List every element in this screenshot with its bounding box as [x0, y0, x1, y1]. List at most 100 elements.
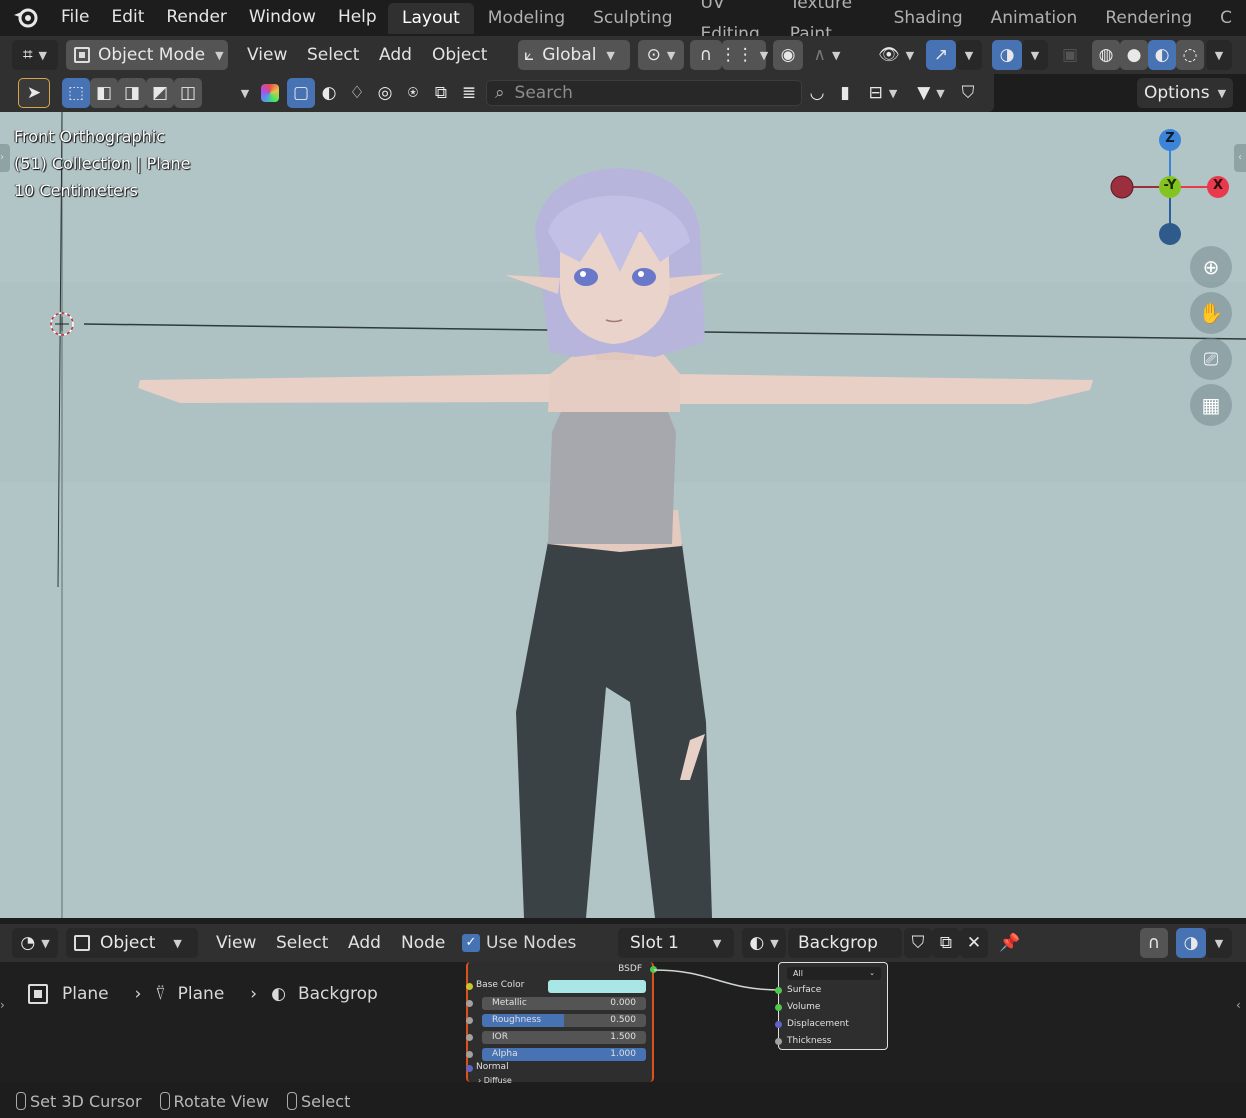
bsdf-input-socket[interactable] — [466, 1051, 473, 1058]
menu-help[interactable]: Help — [327, 0, 388, 34]
output-input-socket[interactable] — [775, 1021, 782, 1028]
unlink-material-button[interactable]: ✕ — [960, 928, 988, 958]
search-field[interactable]: ⌕ Search — [486, 80, 802, 106]
output-target-dropdown[interactable]: All ⌄ — [787, 967, 881, 980]
sidebar-expand-handle[interactable]: ‹ — [1234, 144, 1246, 172]
select-invert-button[interactable]: ◩ — [146, 78, 174, 108]
shader-type-dropdown[interactable]: Object ▼ — [66, 928, 198, 958]
menu-object[interactable]: Object — [432, 36, 487, 74]
mode-dropdown[interactable]: Object Mode ▼ — [66, 40, 228, 70]
filter-copy-button[interactable]: ⧉ — [427, 78, 455, 108]
snap-target-button[interactable]: ⋮⋮ ▼ — [720, 40, 768, 70]
shading-wireframe[interactable]: ◍ — [1092, 40, 1120, 70]
editor-type-button[interactable]: ⌗ ▼ — [12, 40, 58, 70]
base-color-socket[interactable] — [466, 983, 473, 990]
node-overlays-options[interactable]: ▼ — [1206, 928, 1232, 958]
display-mode-button[interactable]: ⊟ ▼ — [860, 78, 906, 108]
pan-button[interactable]: ✋ — [1190, 292, 1232, 334]
tab-rendering[interactable]: Rendering — [1091, 3, 1206, 34]
fake-user-button[interactable]: ⛉ — [904, 928, 932, 958]
blender-logo-icon[interactable] — [12, 5, 40, 29]
left-expand-handle[interactable]: › — [0, 998, 10, 1012]
breadcrumb-material[interactable]: Backgrop — [298, 984, 378, 1004]
zoom-button[interactable]: ⊕ — [1190, 246, 1232, 288]
right-expand-handle[interactable]: ‹ — [1236, 998, 1246, 1012]
tab-sculpting[interactable]: Sculpting — [579, 3, 686, 34]
bsdf-field-roughness[interactable]: Roughness 0.500 — [482, 1014, 646, 1027]
material-browse-button[interactable]: ◐ ▼ — [742, 928, 786, 958]
filter-paint-button[interactable]: ⍟ — [399, 78, 427, 108]
menu-file[interactable]: File — [50, 0, 100, 34]
use-nodes-checkbox[interactable]: ✓ Use Nodes — [462, 924, 576, 962]
menu-window[interactable]: Window — [238, 0, 327, 34]
node-editor-canvas[interactable]: › ‹ Plane › ⍢ Plane › ◐ Backgrop BSDF Ba… — [0, 962, 1246, 1085]
bsdf-field-metallic[interactable]: Metallic 0.000 — [482, 997, 646, 1010]
bookmark-button[interactable]: ▮ — [834, 78, 856, 108]
bsdf-input-socket[interactable] — [466, 1034, 473, 1041]
node-menu-node[interactable]: Node — [401, 924, 445, 962]
select-tool-button[interactable]: ➤ — [18, 78, 50, 108]
arc-button[interactable]: ◡ — [806, 78, 828, 108]
node-menu-view[interactable]: View — [216, 924, 256, 962]
falloff-button[interactable]: ∧ ▼ — [805, 40, 849, 70]
camera-view-button[interactable]: ⎚ — [1190, 338, 1232, 380]
tab-layout[interactable]: Layout — [388, 3, 474, 34]
shading-rendered[interactable]: ◌ — [1176, 40, 1204, 70]
tab-shading[interactable]: Shading — [880, 3, 977, 34]
overlays-options[interactable]: ▼ — [1022, 40, 1048, 70]
node-menu-add[interactable]: Add — [348, 924, 381, 962]
material-output-node[interactable]: All ⌄ Surface Volume Displacement Thickness — [775, 962, 888, 1050]
xray-toggle[interactable]: ▣ — [1056, 40, 1084, 70]
node-menu-select[interactable]: Select — [276, 924, 328, 962]
output-input-socket[interactable] — [775, 987, 782, 994]
menu-edit[interactable]: Edit — [100, 0, 155, 34]
node-snap-toggle[interactable]: ∩ — [1140, 928, 1168, 958]
menu-view[interactable]: View — [247, 36, 287, 74]
bsdf-input-socket[interactable] — [466, 1017, 473, 1024]
slot-dropdown[interactable]: Slot 1 ▼ — [618, 928, 734, 958]
menu-add[interactable]: Add — [379, 36, 412, 74]
filter-stack-button[interactable]: ≣ — [455, 78, 483, 108]
new-material-button[interactable]: ⧉ — [932, 928, 960, 958]
select-subtract-button[interactable]: ◨ — [118, 78, 146, 108]
output-input-socket[interactable] — [775, 1038, 782, 1045]
breadcrumb-mesh[interactable]: Plane — [178, 984, 225, 1004]
menu-select[interactable]: Select — [307, 36, 359, 74]
selectable-dropdown[interactable]: ▼ — [234, 78, 256, 108]
principled-bsdf-node[interactable]: BSDF Base Color Metallic 0.000 Roughness 0.… — [466, 962, 657, 1085]
scene-canvas[interactable] — [0, 112, 1246, 918]
visibility-button[interactable]: 👁 ▼ — [872, 40, 920, 70]
shield-button[interactable]: ⛉ — [954, 78, 982, 108]
select-extend-button[interactable]: ◧ — [90, 78, 118, 108]
shading-material[interactable]: ◐ — [1148, 40, 1176, 70]
node-editor-type-button[interactable]: ◔ ▼ — [12, 928, 58, 958]
filter-world-button[interactable]: ◎ — [371, 78, 399, 108]
filter-color-button[interactable] — [256, 78, 284, 108]
output-input-socket[interactable] — [775, 1004, 782, 1011]
3d-viewport[interactable]: Front Orthographic (51) Collection | Pla… — [0, 112, 1246, 918]
filter-object-button[interactable]: ▢ — [287, 78, 315, 108]
menu-render[interactable]: Render — [155, 0, 238, 34]
shading-options[interactable]: ▼ — [1206, 40, 1232, 70]
filter-material-button[interactable]: ◐ — [315, 78, 343, 108]
transform-orientation-dropdown[interactable]: ⟀ Global ▼ — [518, 40, 630, 70]
normal-socket[interactable] — [466, 1065, 473, 1072]
tab-animation[interactable]: Animation — [977, 3, 1092, 34]
toolbar-expand-handle[interactable]: › — [0, 144, 10, 172]
options-dropdown[interactable]: Options ▼ — [1137, 78, 1233, 108]
bsdf-field-ior[interactable]: IOR 1.500 — [482, 1031, 646, 1044]
overlays-toggle[interactable]: ◑ — [992, 40, 1022, 70]
tab-modeling[interactable]: Modeling — [474, 3, 579, 34]
gizmo-options[interactable]: ▼ — [956, 40, 982, 70]
pin-button[interactable]: 📌 — [996, 928, 1024, 958]
gizmo-toggle[interactable]: ↗ — [926, 40, 956, 70]
bsdf-input-socket[interactable] — [466, 1000, 473, 1007]
material-name-field[interactable]: Backgrop — [788, 928, 902, 958]
tab-compositing[interactable]: C — [1206, 3, 1246, 34]
bsdf-field-alpha[interactable]: Alpha 1.000 — [482, 1048, 646, 1061]
breadcrumb-object[interactable]: Plane — [62, 984, 109, 1004]
filter-button[interactable]: ▼ ▼ — [908, 78, 954, 108]
filter-physics-button[interactable]: ♢ — [343, 78, 371, 108]
snap-toggle[interactable]: ∩ — [690, 40, 722, 70]
proportional-edit-toggle[interactable]: ◉ — [773, 40, 803, 70]
